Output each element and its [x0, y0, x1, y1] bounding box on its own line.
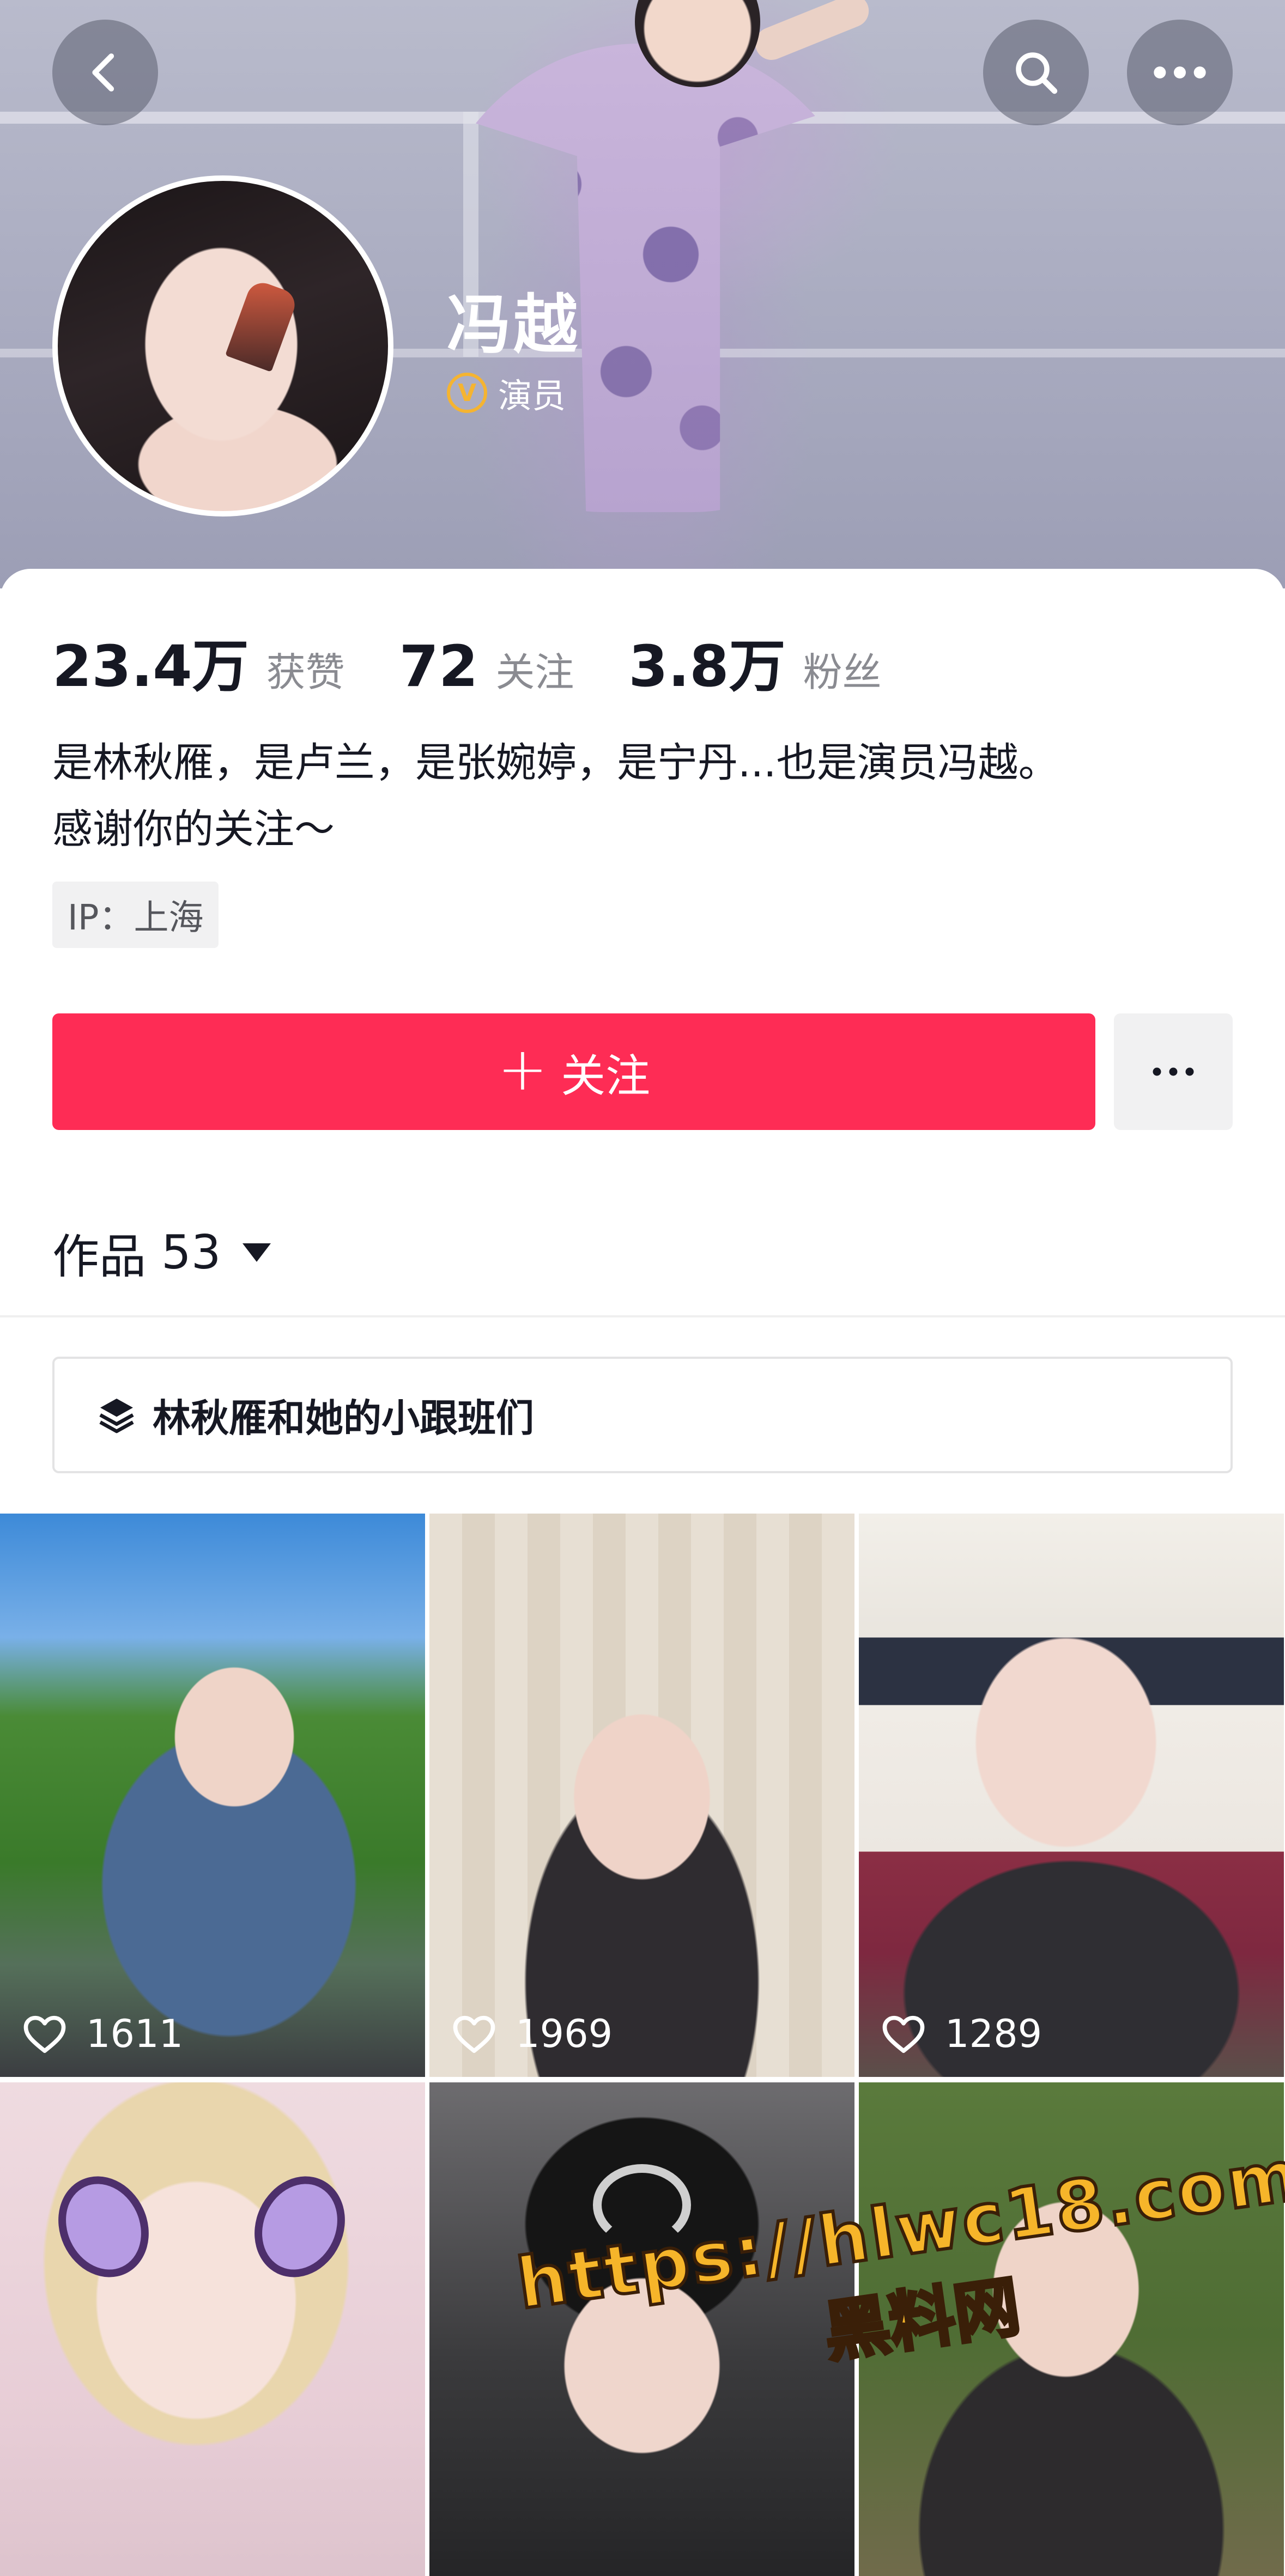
like-count: 1969: [451, 2012, 613, 2056]
verification-row: V 演员: [447, 368, 566, 417]
playlist-bar[interactable]: 林秋雁和她的小跟班们: [52, 1357, 1233, 1473]
chevron-left-icon: [92, 53, 114, 92]
search-button[interactable]: [983, 20, 1089, 125]
bio-line-2: 感谢你的关注～: [52, 806, 335, 853]
stat-following-label: 关注: [495, 649, 574, 695]
stat-following-value: 72: [399, 633, 478, 700]
plus-icon: +: [497, 1034, 548, 1104]
heart-icon: [882, 2015, 925, 2053]
follow-button[interactable]: + 关注: [52, 1013, 1095, 1130]
profile-name: 冯越: [447, 287, 580, 362]
more-actions-button[interactable]: [1114, 1013, 1233, 1130]
verified-v-icon: V: [447, 373, 487, 413]
back-button[interactable]: [52, 20, 158, 125]
verified-title: 演员: [498, 376, 566, 416]
video-thumbnail[interactable]: 1611: [0, 1514, 425, 2077]
bunny-ear-right: [238, 2161, 361, 2292]
heart-icon: [23, 2015, 66, 2053]
like-count: 1611: [22, 2012, 183, 2056]
layers-icon: [99, 1399, 134, 1433]
video-thumbnail[interactable]: [0, 2082, 425, 2576]
works-label: 作品: [52, 1230, 146, 1284]
video-thumbnail[interactable]: 1969: [429, 1514, 854, 2077]
follow-label: 关注: [561, 1050, 651, 1102]
profile-page: 冯越 V 演员 23.4万 获赞 72 关注 3.8万 粉丝 是林秋雁，是卢兰，…: [0, 0, 1285, 2576]
works-tab[interactable]: 作品 53: [52, 1218, 271, 1286]
stats-row: 23.4万 获赞 72 关注 3.8万 粉丝: [52, 620, 936, 702]
stat-likes-label: 获赞: [266, 649, 345, 695]
search-icon: [1016, 52, 1058, 94]
ip-location-tag: IP：上海: [52, 882, 219, 948]
bunny-ears-filter: [42, 2161, 376, 2292]
like-count: 1289: [881, 2012, 1042, 2056]
stat-likes-value: 23.4万: [52, 633, 249, 700]
more-options-button[interactable]: [1127, 20, 1233, 125]
avatar[interactable]: [52, 175, 393, 517]
ellipsis-icon: [1154, 66, 1206, 78]
bio-line-1: 是林秋雁，是卢兰，是张婉婷，是宁丹...也是演员冯越。: [52, 739, 1059, 786]
stat-followers-value: 3.8万: [628, 633, 786, 700]
playlist-title: 林秋雁和她的小跟班们: [153, 1395, 534, 1441]
ellipsis-icon: [1153, 1067, 1194, 1076]
like-count-value: 1611: [86, 2012, 184, 2056]
works-count: 53: [161, 1225, 221, 1280]
video-thumbnail[interactable]: 1289: [859, 1514, 1284, 2077]
heart-icon: [453, 2015, 495, 2053]
stat-followers[interactable]: 3.8万 粉丝: [628, 620, 881, 702]
avatar-flower-detail: [225, 278, 299, 372]
bunny-ear-left: [42, 2161, 165, 2292]
banner-photo-arm: [750, 0, 874, 65]
stat-followers-label: 粉丝: [803, 649, 882, 695]
stat-likes[interactable]: 23.4万 获赞: [52, 620, 345, 702]
like-count-value: 1289: [945, 2012, 1042, 2056]
like-count-value: 1969: [516, 2012, 613, 2056]
divider: [0, 1315, 1285, 1317]
stat-following[interactable]: 72 关注: [399, 633, 574, 700]
caret-down-icon: [243, 1243, 271, 1262]
